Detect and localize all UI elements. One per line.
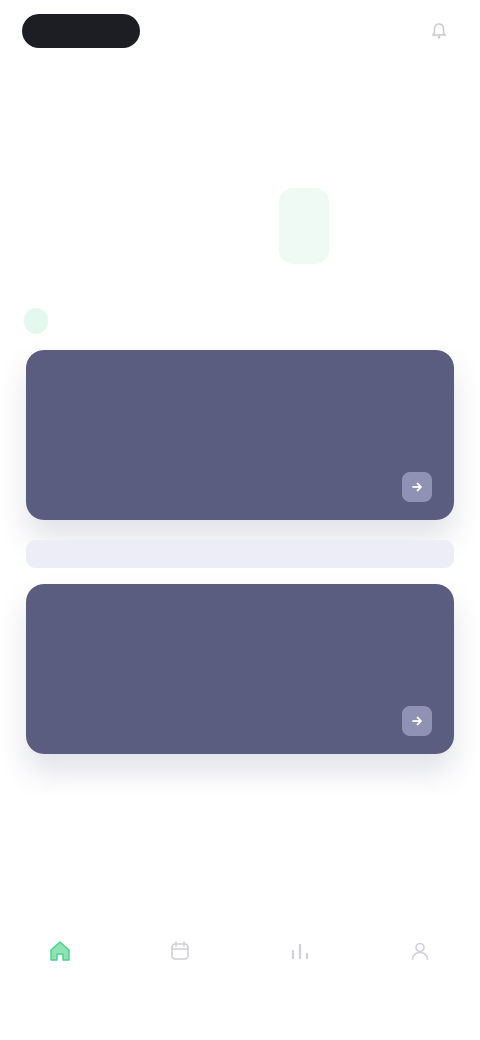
nav-item-stats[interactable] [260, 920, 340, 977]
card-separator [26, 540, 454, 568]
app-screen [0, 0, 480, 1040]
top-right-actions [416, 16, 450, 46]
day-item[interactable] [215, 188, 265, 264]
week-strip [24, 188, 456, 268]
card[interactable] [26, 350, 454, 520]
bottom-nav [0, 920, 480, 1020]
bell-icon[interactable] [428, 20, 450, 42]
profile-pill[interactable] [22, 14, 140, 48]
day-item[interactable] [24, 188, 74, 264]
home-icon [47, 938, 73, 969]
day-item[interactable] [406, 188, 456, 264]
arrow-right-icon[interactable] [402, 706, 432, 736]
chart-icon [287, 938, 313, 969]
day-item[interactable] [151, 188, 201, 264]
day-item[interactable] [88, 188, 138, 264]
calendar-icon [167, 938, 193, 969]
top-bar [0, 0, 480, 64]
card[interactable] [26, 584, 454, 754]
nav-item-calendar[interactable] [140, 920, 220, 977]
nav-item-profile[interactable] [380, 920, 460, 977]
day-item-selected[interactable] [278, 188, 329, 264]
day-item[interactable] [342, 188, 392, 264]
arrow-right-icon[interactable] [402, 472, 432, 502]
profile-icon [407, 938, 433, 969]
nav-item-home[interactable] [20, 920, 100, 977]
section-label [24, 308, 48, 334]
